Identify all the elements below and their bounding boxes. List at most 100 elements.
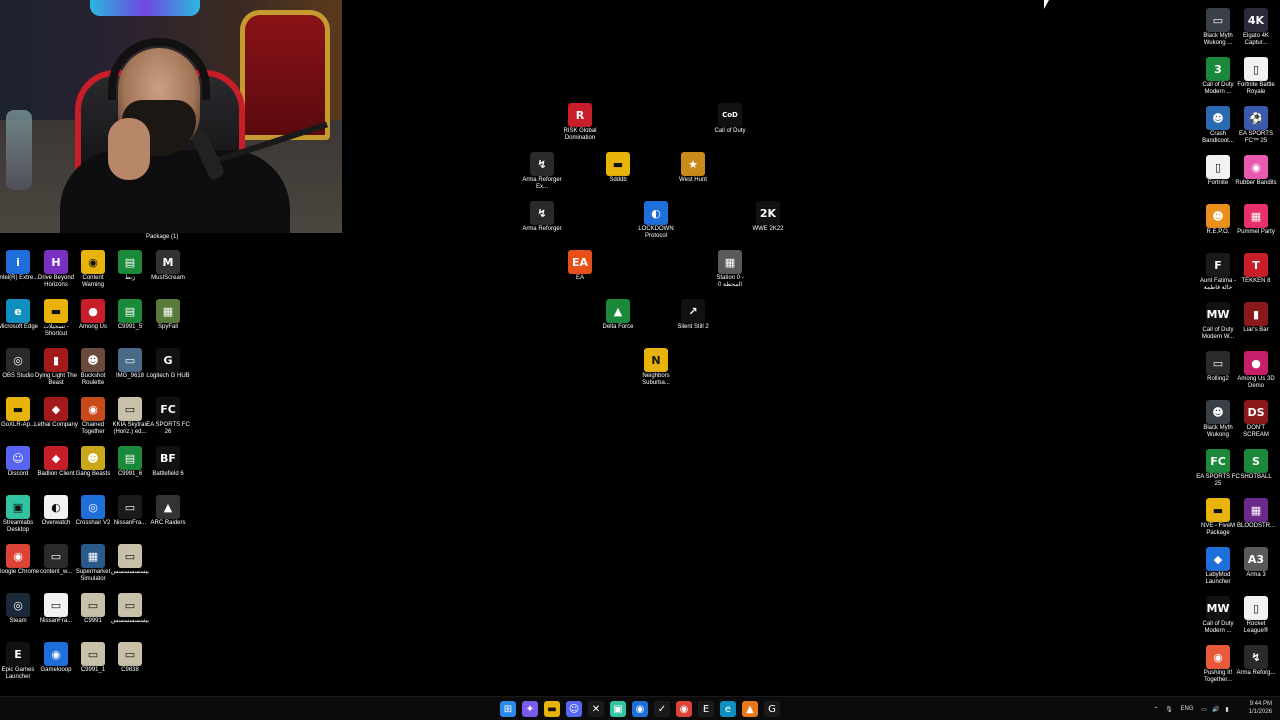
desktop-icon-fortnite-file[interactable]: ▯ Fortnite Battle Royale bbox=[1236, 57, 1276, 96]
streamlabs-taskbar-icon[interactable]: ▣ bbox=[610, 701, 626, 717]
desktop-icon-nissan-image-2[interactable]: ▭ NissanFra... bbox=[36, 593, 76, 625]
desktop-icon-wwe-2k22[interactable]: 2K WWE 2K22 bbox=[748, 201, 788, 233]
language-indicator[interactable]: ENG bbox=[1176, 706, 1198, 712]
desktop-icon-arma-reforger-2[interactable]: ↯ Arma Reforg... bbox=[1236, 645, 1276, 677]
xbox-icon[interactable]: ✕ bbox=[588, 701, 604, 717]
desktop-icon-shotball[interactable]: S SHOTBALL bbox=[1236, 449, 1276, 481]
desktop-icon-mustscream[interactable]: M MustScream bbox=[148, 250, 188, 282]
desktop-icon-black-myth-wukong-2[interactable]: ☻ Black Myth Wukong bbox=[1198, 400, 1238, 439]
desktop-icon-crash-bandicoot[interactable]: ☻ Crash Bandicoot... bbox=[1198, 106, 1238, 145]
desktop-icon-steam-shortcut[interactable]: ▤ زنط bbox=[110, 250, 150, 282]
desktop-icon-spyfall[interactable]: ▦ SpyFall bbox=[148, 299, 188, 331]
desktop-icon-chained-together[interactable]: ◉ Chained Together bbox=[73, 397, 113, 436]
start-button[interactable]: ⊞ bbox=[500, 701, 516, 717]
desktop-icon-aunt-fatima[interactable]: F Aunt Fatima - خالة فاطمة bbox=[1198, 253, 1238, 292]
desktop-icon-cod-mw[interactable]: MW Call of Duty Modern W... bbox=[1198, 302, 1238, 341]
desktop-icon-streamlabs[interactable]: ▣ Streamlabs Desktop bbox=[0, 495, 38, 534]
desktop-icon-black-myth-wukong[interactable]: ▭ Black Myth Wukong ... bbox=[1198, 8, 1238, 47]
taskbar-clock[interactable]: 9:44 PM 1/1/2026 bbox=[1249, 700, 1272, 716]
desktop-icon-neighbors-suburbia[interactable]: N Neighbors Suburba... bbox=[636, 348, 676, 387]
desktop-icon-west-hunt[interactable]: ★ West Hunt bbox=[673, 152, 713, 184]
desktop-icon-intel[interactable]: i Intel(R) Extre... bbox=[0, 250, 38, 282]
desktop-icon-pushing-it[interactable]: ◉ Pushing It! Together... bbox=[1198, 645, 1238, 684]
desktop-icon-cod-modern-2[interactable]: MW Call of Duty Modern ... bbox=[1198, 596, 1238, 635]
desktop-icon-delta-force[interactable]: ▲ Delta Force bbox=[598, 299, 638, 331]
desktop-icon-nissan-image[interactable]: ▭ NissanFra... bbox=[110, 495, 150, 527]
epic-taskbar-icon[interactable]: E bbox=[698, 701, 714, 717]
desktop-icon-c9991[interactable]: ▭ C9991 bbox=[73, 593, 113, 625]
desktop-icon-liars-bar[interactable]: ▮ Liar's Bar bbox=[1236, 302, 1276, 334]
desktop-icon-ea-fc25[interactable]: ⚽ EA SPORTS FC™ 25 bbox=[1236, 106, 1276, 145]
desktop-icon-kkia-image[interactable]: ▭ KKIA Skytrax (Horiz.) ed... bbox=[110, 397, 150, 436]
desktop-icon-video-file[interactable]: ▭ ييسسسسسس bbox=[110, 544, 150, 576]
desktop-icon-dying-light[interactable]: ▮ Dying Light The Beast bbox=[35, 348, 77, 387]
desktop-icon-goxlr-folder[interactable]: ▬ GoXLR-Ap... bbox=[0, 397, 38, 429]
browser-taskbar-icon[interactable]: ◉ bbox=[632, 701, 648, 717]
desktop-icon-buckshot-roulette[interactable]: ☻ Buckshot Roulette bbox=[73, 348, 113, 387]
desktop-icon-dont-scream[interactable]: DS DON'T SCREAM bbox=[1236, 400, 1276, 439]
desktop-icon-silent-still-2[interactable]: ↗ Silent Still 2 bbox=[673, 299, 713, 331]
desktop-icon-content-file[interactable]: ▭ content_w... bbox=[36, 544, 76, 576]
desktop-icon-station-0[interactable]: ▦ Station 0 - المحطة 0 bbox=[710, 250, 750, 289]
chrome-taskbar-icon[interactable]: ◉ bbox=[676, 701, 692, 717]
volume-icon[interactable]: 🔊 bbox=[1210, 706, 1222, 713]
obs-taskbar-icon[interactable]: ▲ bbox=[742, 701, 758, 717]
desktop-icon-rolling2[interactable]: ▭ Rolling2 bbox=[1198, 351, 1238, 383]
desktop-icon-among-us-3d[interactable]: ● Among Us 3D Demo bbox=[1236, 351, 1276, 390]
discord-taskbar-icon[interactable]: ☺ bbox=[566, 701, 582, 717]
desktop-icon-badlion[interactable]: ◆ Badlion Client bbox=[36, 446, 76, 478]
desktop-icon-pummel-party[interactable]: ▦ Pummel Party bbox=[1236, 204, 1276, 236]
desktop-icon-obs[interactable]: ◎ OBS Studio bbox=[0, 348, 38, 380]
desktop-icon-gameloop[interactable]: ◉ Gamelooop bbox=[36, 642, 76, 674]
desktop-icon-folder-shortcut[interactable]: ▬ تسجيلات - Shortcut bbox=[36, 299, 76, 338]
file-explorer-icon[interactable]: ▬ bbox=[544, 701, 560, 717]
desktop-icon-supermarket-simulator[interactable]: ▦ Supermarket Simulator bbox=[73, 544, 113, 583]
desktop-icon-overwatch[interactable]: ◐ Overwatch bbox=[36, 495, 76, 527]
desktop-icon-risk[interactable]: R RISK Global Domination bbox=[560, 103, 600, 142]
desktop-icon-elgato-4k[interactable]: 4K Elgato 4K Captur... bbox=[1236, 8, 1276, 47]
desktop-icon-lethal-company[interactable]: ◆ Lethal Company bbox=[34, 397, 78, 429]
desktop-icon-bloodstrike[interactable]: ▦ BLOODSTR... bbox=[1236, 498, 1276, 530]
desktop-icon-ea[interactable]: EA EA bbox=[560, 250, 600, 282]
desktop-icon-ea-fc26[interactable]: FC EA SPORTS FC 26 bbox=[146, 397, 190, 436]
desktop-icon-battlefield-6[interactable]: BF Battlefield 6 bbox=[148, 446, 188, 478]
desktop-icon-video-file-2[interactable]: ▭ ييسسسسسس bbox=[110, 593, 150, 625]
desktop-icon-crosshair[interactable]: ◎ Crosshair V2 bbox=[73, 495, 113, 527]
desktop-icon-sdddb-folder[interactable]: ▬ Sdddb bbox=[598, 152, 638, 184]
desktop-icon-rocket-league[interactable]: ▯ Rocket League® bbox=[1236, 596, 1276, 635]
desktop-icon-cod-modern[interactable]: 3 Call of Duty Modern ... bbox=[1198, 57, 1238, 96]
desktop-icon-lockdown-protocol[interactable]: ◐ LOCKDOWN Protocol bbox=[636, 201, 676, 240]
copilot-icon[interactable]: ✦ bbox=[522, 701, 538, 717]
desktop-icon-call-of-duty[interactable]: CoD Call of Duty bbox=[710, 103, 750, 135]
desktop-icon-tekken-8[interactable]: T TEKKEN 8 bbox=[1236, 253, 1276, 285]
desktop-icon-c9991-5[interactable]: ▤ C9991_5 bbox=[110, 299, 150, 331]
desktop-icon-arma-reforger[interactable]: ↯ Arma Reforger bbox=[522, 201, 562, 233]
desktop-icon-c9838[interactable]: ▭ C9838 bbox=[110, 642, 150, 674]
desktop-icon-fortnite[interactable]: ▯ Fortnite bbox=[1198, 155, 1238, 187]
desktop-icon-arma-reforger-ex[interactable]: ↯ Arma Reforger Ex... bbox=[522, 152, 562, 191]
desktop-icon-c9991-6[interactable]: ▤ C9991_6 bbox=[110, 446, 150, 478]
desktop-icon-chrome[interactable]: ◉ Google Chrome bbox=[0, 544, 39, 576]
desktop-icon-labymod[interactable]: ◆ LabyMod Launcher bbox=[1198, 547, 1238, 586]
tray-mic-icon[interactable]: 🎙 bbox=[1162, 706, 1176, 713]
desktop-icon-image-file[interactable]: ▭ IMG_9618 bbox=[110, 348, 150, 380]
logitech-taskbar-icon[interactable]: G bbox=[764, 701, 780, 717]
capcut-icon[interactable]: ✓ bbox=[654, 701, 670, 717]
desktop-icon-nve-folder[interactable]: ▬ NVE - FiveM Package bbox=[1198, 498, 1238, 537]
desktop-icon-logitech[interactable]: G Logitech G HUB bbox=[146, 348, 190, 380]
desktop-icon-edge[interactable]: e Microsoft Edge bbox=[0, 299, 38, 331]
desktop-icon-rubber-bandits[interactable]: ◉ Rubber Bandits bbox=[1235, 155, 1277, 187]
tray-chevron-icon[interactable]: ⌃ bbox=[1150, 706, 1162, 713]
desktop-icon-arma-3[interactable]: A3 Arma 3 bbox=[1236, 547, 1276, 579]
desktop-icon-arc-raiders[interactable]: ▲ ARC Raiders bbox=[148, 495, 188, 527]
desktop-icon-drive-beyond-horizons[interactable]: H Drive Beyond Horizons bbox=[36, 250, 76, 289]
desktop-icon-c9991-1[interactable]: ▭ C9991_1 bbox=[73, 642, 113, 674]
desktop-icon-among-us[interactable]: ● Among Us bbox=[73, 299, 113, 331]
desktop-icon-repo[interactable]: ☻ R.E.P.O. bbox=[1198, 204, 1238, 236]
edge-taskbar-icon[interactable]: e bbox=[720, 701, 736, 717]
desktop-icon-ea-fc25-2[interactable]: FC EA SPORTS FC 25 bbox=[1196, 449, 1240, 488]
battery-icon[interactable]: ▮ bbox=[1222, 706, 1232, 713]
desktop-icon-epic-games[interactable]: E Epic Games Launcher bbox=[0, 642, 38, 681]
network-icon[interactable]: ▭ bbox=[1198, 706, 1210, 713]
desktop-icon-gang-beasts[interactable]: ☻ Gang Beasts bbox=[73, 446, 113, 478]
